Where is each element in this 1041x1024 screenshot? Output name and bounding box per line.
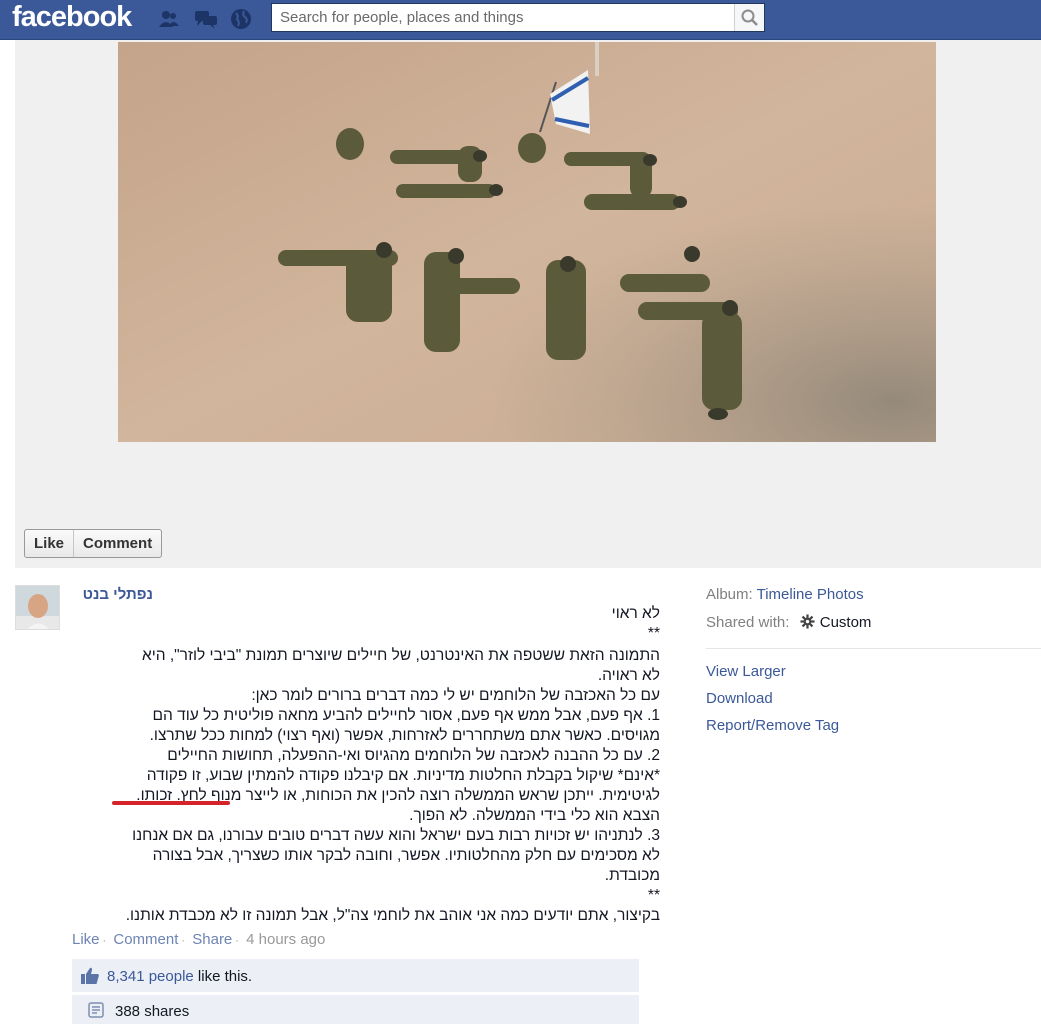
post-timestamp[interactable]: 4 hours ago (246, 931, 325, 948)
post-line: לא מסכימים עם חלק מהחלטותיו. אפשר, וחובה… (152, 847, 660, 864)
like-button[interactable]: Like (25, 530, 73, 557)
shared-with-label: Shared with: (706, 614, 790, 631)
post-line: 1. אף פעם, אבל ממש אף פעם, אסור לחיילים … (152, 707, 660, 724)
post-line: ** (647, 625, 660, 642)
author-avatar[interactable] (15, 585, 60, 630)
post-line: התמונה הזאת ששטפה את האינטרנט, של חיילים… (141, 647, 660, 664)
post-line: *אינם* שיקול בקבלת החלטות מדיניות. אם קי… (146, 767, 660, 784)
privacy-info: Shared with: Custom (706, 614, 871, 633)
search-icon (741, 9, 758, 26)
search-input[interactable] (272, 4, 734, 31)
gear-icon (800, 614, 816, 633)
view-larger-link[interactable]: View Larger (706, 663, 786, 680)
sidebar-divider (706, 648, 1041, 649)
post-line: 3. לנתניהו יש זכויות רבות בעם ישראל והוא… (132, 827, 660, 844)
photo-action-buttons: Like Comment (24, 529, 163, 558)
thumbs-up-icon (80, 966, 100, 991)
red-underline-annotation (112, 801, 230, 805)
friend-requests-icon[interactable] (158, 8, 180, 30)
photo-stage (15, 40, 1041, 568)
post-line: ** (647, 887, 660, 904)
likes-suffix: like this. (193, 968, 253, 985)
likes-count-link[interactable]: 8,341 people (107, 968, 194, 985)
separator-dot: · (181, 935, 186, 947)
post-share-link[interactable]: Share (192, 931, 232, 948)
shares-summary: 388 shares (72, 995, 639, 1024)
notifications-globe-icon[interactable] (230, 8, 252, 30)
album-info: Album: Timeline Photos (706, 586, 864, 603)
post-line: עם כל האכזבה של הלוחמים יש לי כמה דברים … (251, 687, 660, 704)
post-line: לא ראויה. (597, 667, 660, 684)
post-line: לא ראוי (611, 605, 660, 622)
report-remove-tag-link[interactable]: Report/Remove Tag (706, 717, 839, 734)
album-label: Album: (706, 586, 753, 603)
post-like-link[interactable]: Like (72, 931, 100, 948)
post-line: בקיצור, אתם יודעים כמה אני אוהב את לוחמי… (125, 907, 660, 924)
post-actions: Like · Comment · Share · 4 hours ago (72, 931, 325, 948)
post-line: הצבא הוא כלי בידי הממשלה. לא הפוך. (409, 807, 660, 824)
search-box (271, 3, 765, 32)
shares-count-link[interactable]: 388 shares (115, 1003, 189, 1020)
post-comment-link[interactable]: Comment (113, 931, 178, 948)
shares-icon (87, 1001, 105, 1024)
messages-icon[interactable] (194, 8, 217, 30)
top-bar: facebook (0, 0, 1041, 40)
post-line: 2. עם כל ההבנה לאכזבה של הלוחמים מהגיוס … (167, 747, 660, 764)
separator-dot: · (235, 935, 239, 947)
post-author-name[interactable]: נפתלי בנט (60, 586, 153, 603)
post-line: מכובדת. (604, 867, 660, 884)
search-button[interactable] (734, 4, 764, 31)
facebook-logo[interactable]: facebook (12, 1, 132, 34)
album-link[interactable]: Timeline Photos (757, 586, 864, 603)
likes-summary: 8,341 people like this. (72, 959, 639, 992)
post-line: מגויסים. כאשר אתם משתחררים לאזרחות, אפשר… (149, 727, 660, 744)
comment-button[interactable]: Comment (73, 530, 161, 557)
download-link[interactable]: Download (706, 690, 773, 707)
post-photo[interactable] (118, 42, 936, 442)
separator-dot: · (102, 935, 107, 947)
privacy-value[interactable]: Custom (820, 614, 872, 631)
